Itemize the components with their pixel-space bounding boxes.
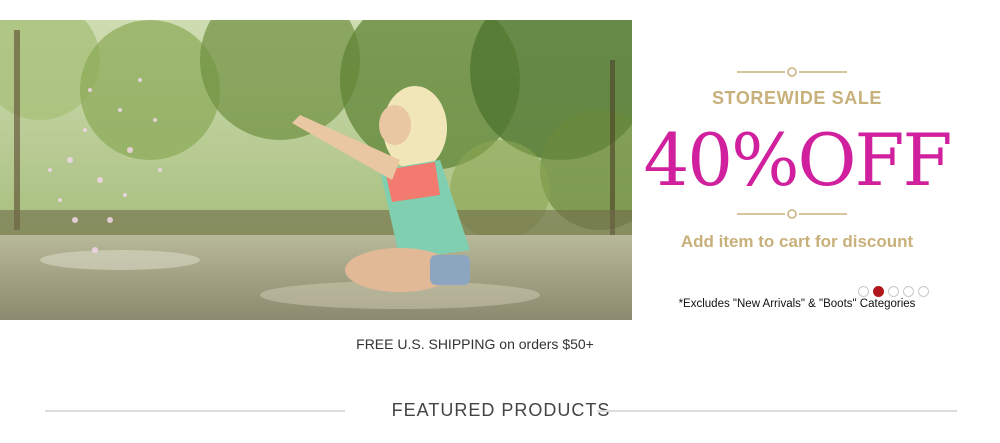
carousel-dot-4[interactable] bbox=[903, 286, 914, 297]
carousel-dot-3[interactable] bbox=[888, 286, 899, 297]
carousel-dot-2-active[interactable] bbox=[873, 286, 884, 297]
hero-banner-image[interactable] bbox=[0, 20, 632, 320]
hero-photo bbox=[0, 20, 632, 320]
ornament-divider-bottom bbox=[737, 208, 847, 220]
ornament-divider-top bbox=[737, 66, 847, 78]
sale-subtext: Add item to cart for discount bbox=[680, 232, 914, 251]
carousel-dot-1[interactable] bbox=[858, 286, 869, 297]
sale-kicker: STOREWIDE SALE bbox=[711, 88, 883, 108]
exclusion-note: *Excludes "New Arrivals" & "Boots" Categ… bbox=[678, 298, 916, 310]
featured-products-heading: FEATURED PRODUCTS bbox=[45, 400, 957, 420]
sale-headline: 40%OFF bbox=[643, 118, 953, 202]
carousel-dot-5[interactable] bbox=[918, 286, 929, 297]
free-shipping-banner: FREE U.S. SHIPPING on orders $50+ bbox=[356, 336, 594, 352]
sale-promo[interactable]: STOREWIDE SALE 40%OFF Add item to cart f… bbox=[632, 20, 962, 320]
divider-right bbox=[597, 410, 957, 412]
carousel-dots bbox=[858, 286, 929, 297]
